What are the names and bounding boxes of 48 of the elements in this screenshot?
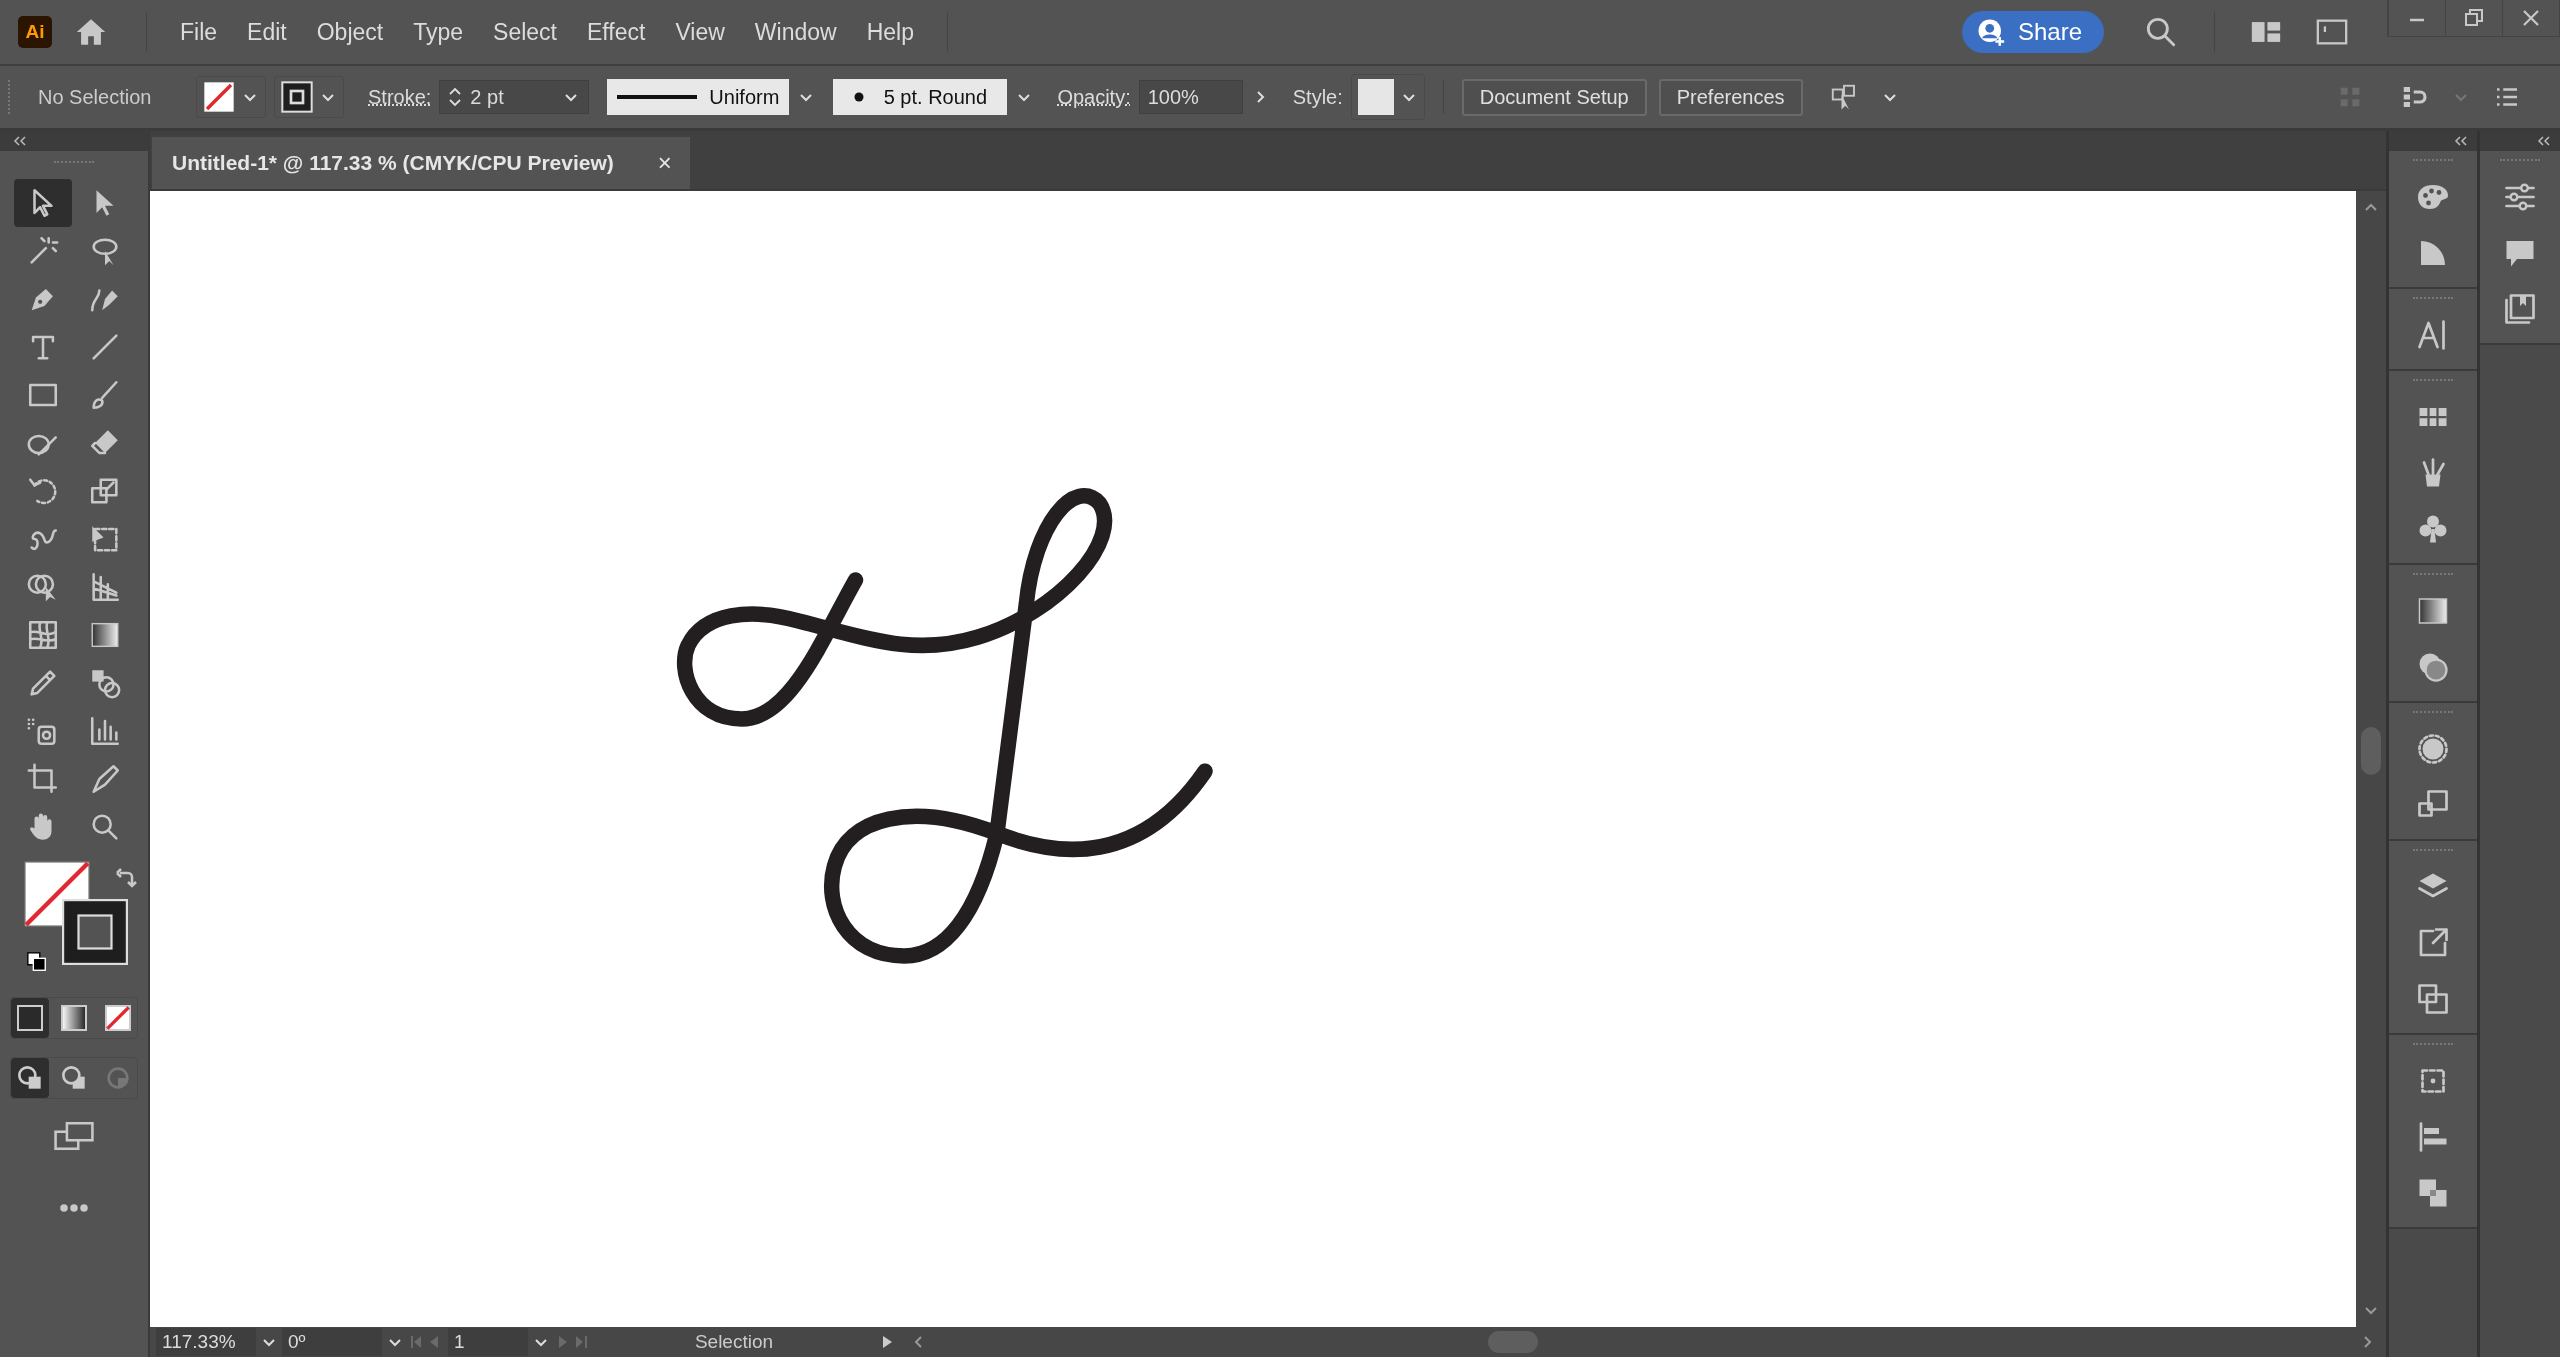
dot-icon [853,92,864,102]
menu-item[interactable]: File [167,18,231,46]
menu-item[interactable]: Effect [574,18,659,46]
app-logo: Ai [18,16,52,48]
dashed-circle-icon[interactable] [2415,731,2451,767]
draw-normal-icon[interactable] [11,1058,49,1098]
opacity-label[interactable]: Opacity: [1057,85,1131,109]
screen-mode-icon[interactable] [52,1119,96,1153]
stroke-color-swatch[interactable] [62,899,128,965]
overlapping-squares-icon[interactable] [2415,981,2451,1017]
mesh-icon[interactable] [26,618,60,652]
menu-item[interactable]: Help [853,18,927,46]
toolbar-button[interactable]: Preferences [1658,78,1803,116]
variable-width-profile-dropdown[interactable]: Uniform [607,79,790,115]
default-colors-icon[interactable] [26,951,48,973]
color-button[interactable] [11,998,49,1038]
zoom-field[interactable]: 117.33% [156,1328,256,1356]
collapse-icon[interactable] [2536,136,2552,146]
more-dots-icon[interactable] [59,1203,89,1213]
collapse-icon[interactable] [2453,136,2469,146]
menu-item[interactable]: Object [303,18,397,46]
selection-status: No Selection [37,85,153,109]
menu-item[interactable]: View [662,18,738,46]
brush-definition-dropdown[interactable]: 5 pt. Round [833,79,1008,115]
current-tool-label: Selection [693,1331,775,1353]
stroke-weight-field[interactable]: 2 pt [439,80,590,114]
style-label: Style: [1292,85,1343,109]
stroke-swatch[interactable] [281,81,313,113]
rotation-field[interactable]: 0º [282,1328,382,1356]
toolbar-button[interactable]: Document Setup [1461,78,1647,116]
menu-item[interactable]: Select [480,18,570,46]
menu-item[interactable]: Window [741,18,850,46]
bar-chart-icon[interactable] [88,714,122,748]
close-tab-button[interactable]: × [657,149,672,177]
bookmark-pages-icon[interactable] [2502,291,2538,327]
artboard-icon[interactable] [26,762,60,796]
collapse-icon[interactable] [12,136,28,146]
document-tab[interactable]: Untitled-1* @ 117.33 % (CMYK/CPU Preview) × [152,137,690,189]
share-button[interactable]: Share [1961,11,2104,53]
fill-swatch[interactable] [203,81,235,113]
line-preview-icon [617,92,698,102]
menu-item[interactable]: Type [400,18,477,46]
stroke-label[interactable]: Stroke: [368,85,432,109]
vertical-scrollbar[interactable] [2356,191,2386,1327]
menu-item[interactable]: Edit [234,18,300,46]
artboard-field[interactable]: 1 [448,1328,528,1356]
opacity-field[interactable]: 100% [1138,80,1243,114]
graphic-style-swatch[interactable] [1357,79,1394,115]
